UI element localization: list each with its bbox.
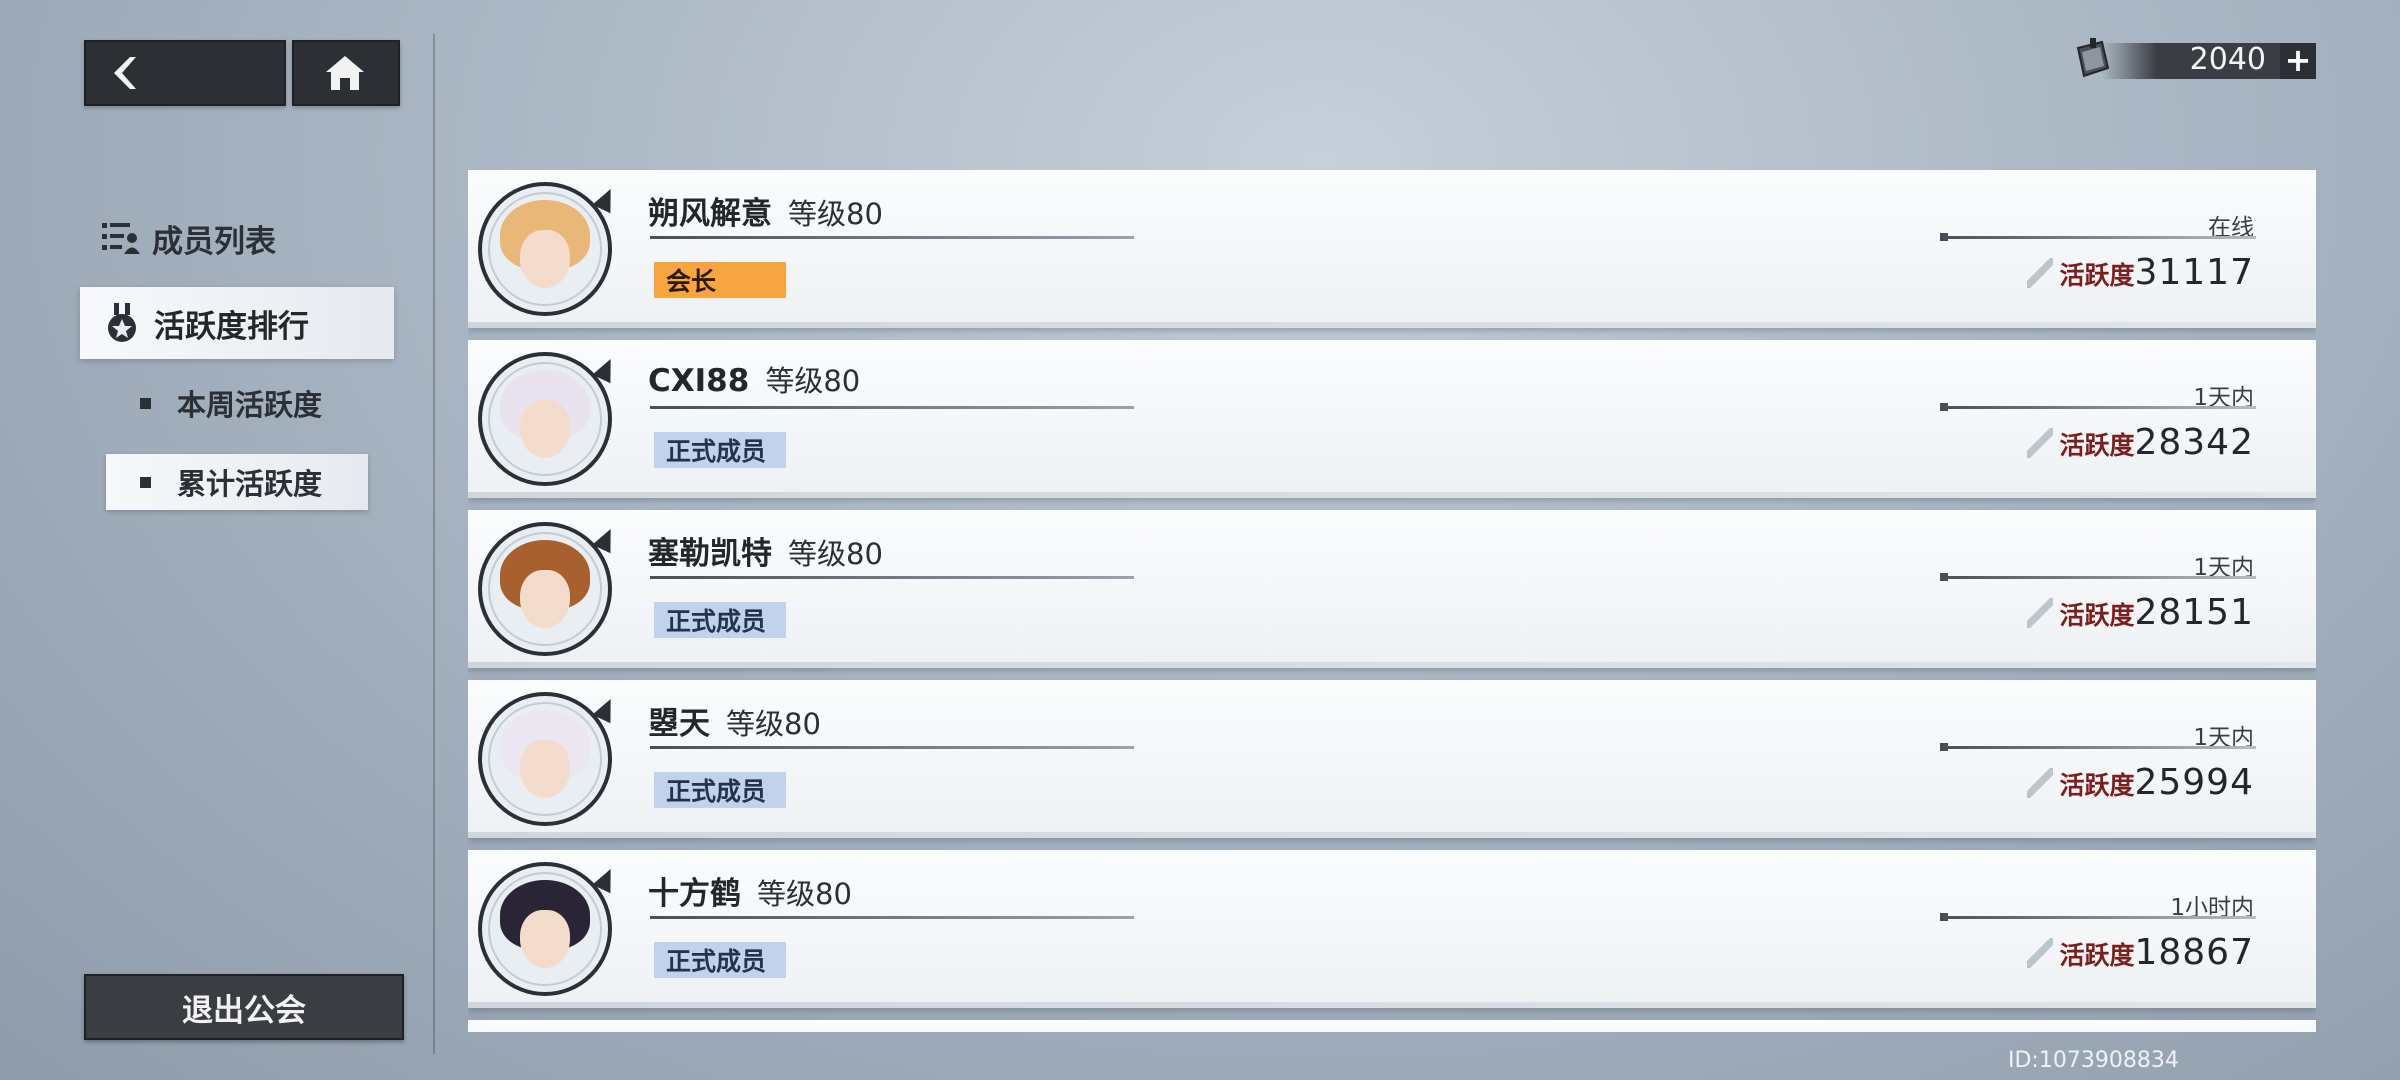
member-name: 塞勒凯特 — [648, 536, 772, 572]
member-card[interactable]: 曌天 等级80 正式成员 1天内 活跃度 25994 — [468, 680, 2316, 838]
member-header: CXI88 等级80 — [648, 358, 860, 400]
slash-decoration — [2027, 767, 2054, 798]
bullet-icon — [140, 397, 151, 409]
member-list-icon — [102, 223, 140, 254]
avatar-face — [520, 570, 570, 628]
activity-label: 活跃度 — [2059, 771, 2135, 800]
slash-decoration — [2027, 257, 2054, 288]
member-role-badge: 会长 — [654, 262, 786, 298]
member-card[interactable]: CXI88 等级80 正式成员 1天内 活跃度 28342 — [468, 340, 2316, 498]
home-button[interactable] — [292, 40, 400, 106]
slash-decoration — [2027, 427, 2054, 458]
member-activity: 活跃度 25994 — [2027, 762, 2254, 803]
member-avatar[interactable] — [478, 522, 612, 656]
member-name: 十方鹤 — [648, 876, 741, 912]
quit-guild-label: 退出公会 — [182, 992, 306, 1029]
activity-rank-label: 活跃度排行 — [154, 308, 309, 345]
activity-value: 18867 — [2134, 932, 2254, 973]
sidebar-item-member-list[interactable]: 成员列表 — [102, 214, 362, 262]
member-header: 十方鹤 等级80 — [648, 868, 852, 913]
name-underline — [650, 236, 1134, 239]
member-activity: 活跃度 18867 — [2027, 932, 2254, 973]
ticket-icon — [2076, 38, 2110, 78]
member-level: 等级80 — [757, 877, 852, 911]
member-activity: 活跃度 28342 — [2027, 422, 2254, 463]
home-icon — [326, 56, 364, 90]
total-activity-tab[interactable]: 累计活跃度 — [106, 454, 368, 510]
add-currency-button[interactable]: + — [2280, 43, 2316, 79]
member-activity: 活跃度 31117 — [2027, 252, 2254, 293]
currency-value: 2040 — [2189, 42, 2266, 77]
member-header: 曌天 等级80 — [648, 698, 821, 743]
back-arrow-icon — [114, 57, 136, 89]
member-activity: 活跃度 28151 — [2027, 592, 2254, 633]
name-underline — [650, 406, 1134, 409]
name-underline — [650, 916, 1134, 919]
member-card-partial — [468, 1020, 2316, 1032]
status-underline — [1940, 403, 2256, 411]
member-header: 朔风解意 等级80 — [648, 188, 883, 233]
weekly-activity-tab[interactable]: 本周活跃度 — [140, 375, 380, 431]
avatar-face — [520, 230, 570, 288]
member-level: 等级80 — [765, 364, 861, 398]
member-role-badge: 正式成员 — [654, 602, 786, 638]
activity-label: 活跃度 — [2059, 431, 2135, 460]
weekly-activity-label: 本周活跃度 — [177, 388, 323, 422]
status-underline — [1940, 233, 2256, 241]
avatar-face — [520, 740, 570, 798]
member-level: 等级80 — [726, 707, 821, 741]
member-role-badge: 正式成员 — [654, 772, 786, 808]
activity-label: 活跃度 — [2059, 941, 2135, 970]
activity-value: 25994 — [2134, 762, 2254, 803]
name-underline — [650, 746, 1134, 749]
back-button[interactable] — [84, 40, 286, 106]
sidebar-divider — [433, 34, 435, 1054]
member-avatar[interactable] — [478, 862, 612, 996]
quit-guild-button[interactable]: 退出公会 — [84, 974, 404, 1040]
member-avatar[interactable] — [478, 692, 612, 826]
total-activity-label: 累计活跃度 — [177, 467, 323, 501]
bullet-icon — [140, 476, 151, 488]
slash-decoration — [2027, 937, 2054, 968]
activity-label: 活跃度 — [2059, 601, 2135, 630]
activity-value: 28342 — [2134, 422, 2254, 463]
member-name: 曌天 — [648, 706, 710, 742]
member-card[interactable]: 塞勒凯特 等级80 正式成员 1天内 活跃度 28151 — [468, 510, 2316, 668]
activity-label: 活跃度 — [2059, 261, 2135, 290]
member-level: 等级80 — [788, 197, 883, 231]
avatar-face — [520, 910, 570, 968]
currency-display: 2040 + — [2072, 38, 2316, 84]
name-underline — [650, 576, 1134, 579]
activity-value: 31117 — [2134, 252, 2254, 293]
member-header: 塞勒凯特 等级80 — [648, 528, 883, 573]
member-name: CXI88 — [648, 363, 750, 399]
sidebar-item-activity-rank[interactable]: 活跃度排行 — [80, 287, 394, 359]
status-underline — [1940, 743, 2256, 751]
member-level: 等级80 — [788, 537, 883, 571]
member-role-badge: 正式成员 — [654, 942, 786, 978]
medal-icon — [108, 303, 136, 342]
member-role-badge: 正式成员 — [654, 432, 786, 468]
member-list-label: 成员列表 — [152, 223, 276, 260]
user-id: ID:1073908834 — [2008, 1048, 2179, 1073]
activity-value: 28151 — [2134, 592, 2254, 633]
member-avatar[interactable] — [478, 352, 612, 486]
member-card[interactable]: 朔风解意 等级80 会长 在线 活跃度 31117 — [468, 170, 2316, 328]
avatar-face — [520, 400, 570, 458]
member-avatar[interactable] — [478, 182, 612, 316]
member-list[interactable]: 朔风解意 等级80 会长 在线 活跃度 31117 CXI88 等级80 正式成… — [468, 170, 2316, 1032]
member-card[interactable]: 十方鹤 等级80 正式成员 1小时内 活跃度 18867 — [468, 850, 2316, 1008]
status-underline — [1940, 913, 2256, 921]
slash-decoration — [2027, 597, 2054, 628]
member-name: 朔风解意 — [648, 196, 772, 232]
status-underline — [1940, 573, 2256, 581]
